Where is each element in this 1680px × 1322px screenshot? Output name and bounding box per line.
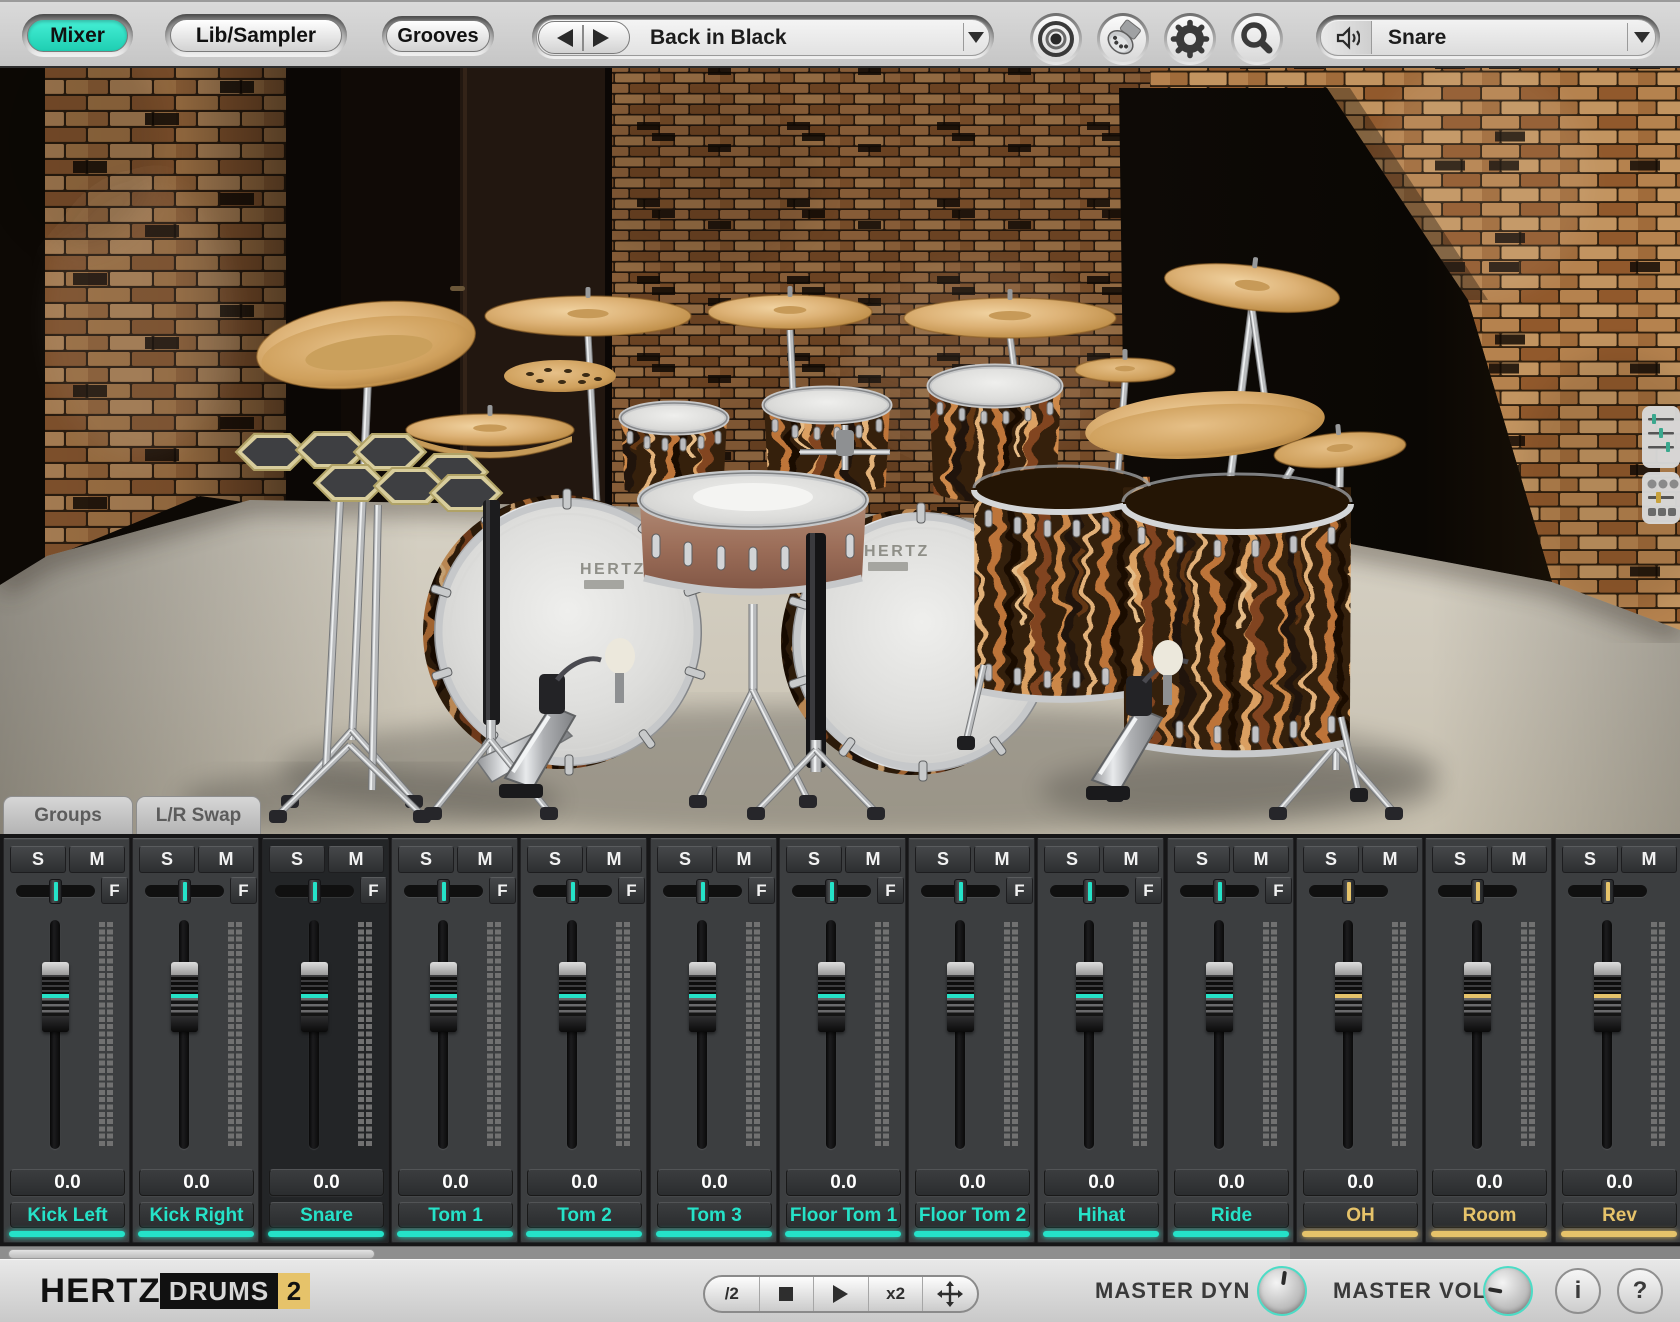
svg-text:HERTZ: HERTZ (864, 543, 930, 560)
svg-text:HERTZ: HERTZ (580, 561, 646, 578)
